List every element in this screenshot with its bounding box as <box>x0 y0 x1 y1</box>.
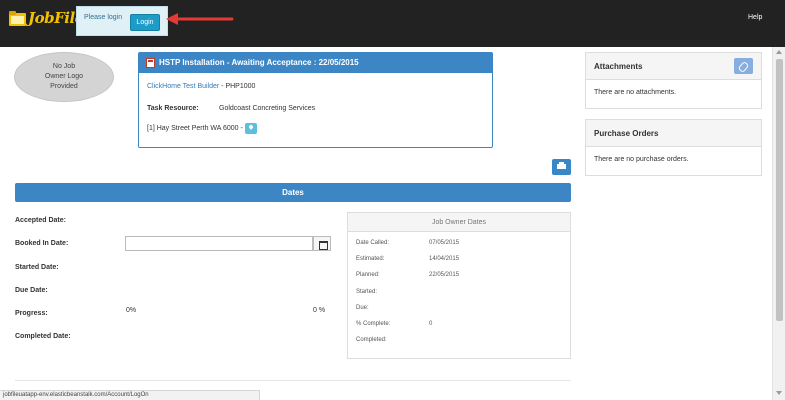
attachments-header: Attachments <box>586 53 761 80</box>
owner-logo-line: Provided <box>50 83 78 90</box>
purchase-orders-header: Purchase Orders <box>586 120 761 147</box>
folder-logo-icon <box>9 11 26 26</box>
calendar-icon[interactable] <box>313 236 331 251</box>
task-panel: HSTP Installation - Awaiting Acceptance … <box>138 52 493 148</box>
owner-date-value: 07/05/2015 <box>429 240 460 246</box>
document-icon <box>146 58 155 68</box>
page-scrollbar[interactable] <box>772 47 785 400</box>
owner-date-value: 14/04/2015 <box>429 256 460 262</box>
owner-date-label: % Complete: <box>356 321 391 327</box>
scrollbar-thumb[interactable] <box>776 59 783 321</box>
started-date-label: Started Date: <box>15 264 59 271</box>
owner-date-label: Date Called: <box>356 240 390 246</box>
dates-section-header: Dates <box>15 183 571 202</box>
owner-logo-line: No Job <box>52 63 76 70</box>
task-resource-value: Goldcoast Concreting Services <box>219 105 316 112</box>
login-prompt-text: Please login <box>84 14 123 21</box>
task-panel-header: HSTP Installation - Awaiting Acceptance … <box>139 53 492 73</box>
owner-date-value: 22/05/2015 <box>429 272 460 278</box>
owner-date-label: Due: <box>356 305 369 311</box>
scroll-down-icon[interactable] <box>776 391 782 395</box>
jobfile-logo[interactable]: JobFile <box>8 6 84 32</box>
map-marker-icon[interactable] <box>245 123 257 134</box>
booked-date-label: Booked In Date: <box>15 240 69 247</box>
purchase-orders-panel: Purchase Orders There are no purchase or… <box>585 119 762 176</box>
task-resource-label: Task Resource: <box>147 105 199 112</box>
due-date-label: Due Date: <box>15 287 48 294</box>
progress-min-value: 0% <box>126 307 137 314</box>
annotation-arrow-icon <box>166 13 234 25</box>
owner-date-label: Started: <box>356 289 378 295</box>
task-title: HSTP Installation - Awaiting Acceptance … <box>159 58 359 67</box>
attachments-title: Attachments <box>594 62 643 71</box>
browser-status-bar: jobfileuatapp-env.elasticbeanstalk.com/A… <box>0 390 260 400</box>
login-prompt-box: Please login Login <box>76 6 168 36</box>
purchase-orders-title: Purchase Orders <box>594 129 659 138</box>
paperclip-icon[interactable] <box>734 58 753 74</box>
owner-date-label: Estimated: <box>356 256 385 262</box>
top-navbar: JobFile Please login Login Help <box>0 0 785 47</box>
purchase-orders-empty-text: There are no purchase orders. <box>594 156 689 163</box>
progress-value: 0 % <box>313 307 326 314</box>
builder-code: - PHP1000 <box>219 83 256 90</box>
task-address: [1] Hay Street Perth WA 6000 - <box>147 125 243 132</box>
builder-link[interactable]: ClickHome Test Builder <box>147 83 219 90</box>
owner-date-value: 0 <box>429 321 433 327</box>
owner-logo-line: Owner Logo <box>44 73 84 80</box>
owner-date-label: Completed: <box>356 337 387 343</box>
booked-date-input[interactable] <box>125 236 313 251</box>
builder-line: ClickHome Test Builder - PHP1000 <box>147 83 255 90</box>
help-link[interactable]: Help <box>748 14 762 21</box>
print-icon <box>557 164 566 169</box>
job-owner-dates-panel: Job Owner Dates Date Called: 07/05/2015 … <box>347 212 571 359</box>
owner-date-label: Planned: <box>356 272 380 278</box>
scroll-up-icon[interactable] <box>776 50 782 54</box>
attachments-empty-text: There are no attachments. <box>594 89 677 96</box>
content-divider <box>15 380 571 381</box>
job-owner-logo-placeholder: No Job Owner Logo Provided <box>14 52 114 102</box>
completed-date-label: Completed Date: <box>15 333 71 340</box>
accepted-date-label: Accepted Date: <box>15 217 66 224</box>
attachments-panel: Attachments There are no attachments. <box>585 52 762 109</box>
login-button[interactable]: Login <box>130 14 160 31</box>
print-button[interactable] <box>552 159 571 175</box>
job-owner-dates-header: Job Owner Dates <box>348 213 570 232</box>
progress-label: Progress: <box>15 310 48 317</box>
